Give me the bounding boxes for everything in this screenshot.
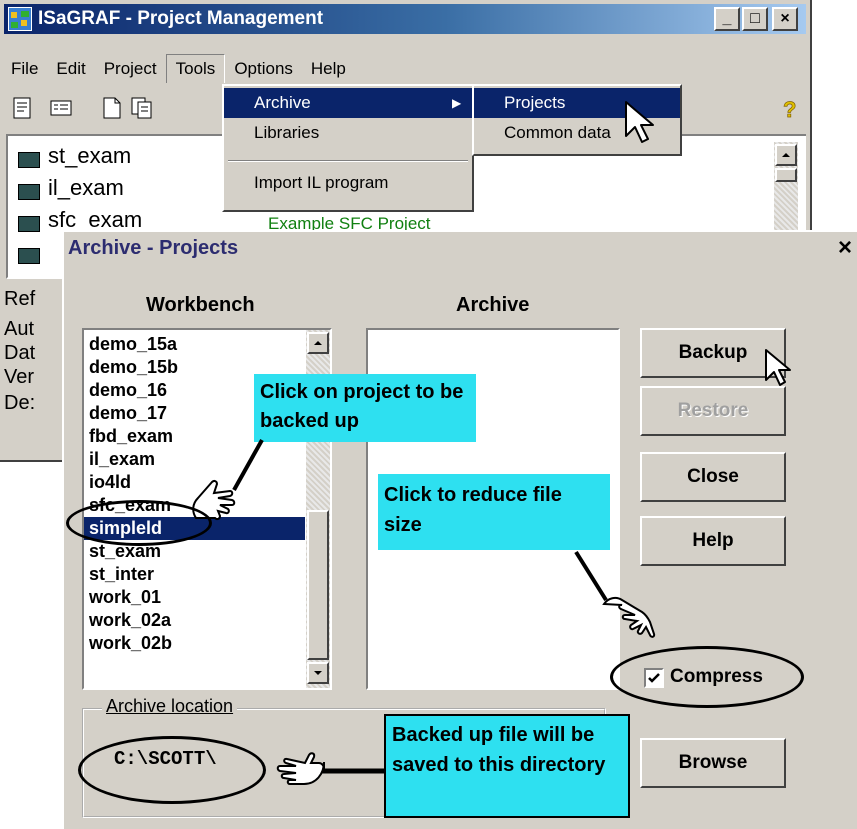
callout-text: Backed up file will be saved to this dir… (392, 724, 606, 776)
scroll-thumb[interactable] (307, 510, 329, 660)
menu-item-import-il[interactable]: Import IL program (224, 168, 472, 198)
info-label: Dat (4, 342, 36, 364)
list-item[interactable]: demo_15a (84, 333, 305, 356)
info-label: De: (4, 392, 36, 414)
list-item[interactable]: work_02b (84, 632, 305, 655)
menu-help[interactable]: Help (302, 55, 355, 83)
scroll-down-icon[interactable] (307, 662, 329, 684)
workbench-label: Workbench (146, 294, 255, 316)
list-item[interactable]: st_inter (84, 563, 305, 586)
main-window-title: ISaGRAF - Project Management (38, 8, 324, 29)
callout-select-project: Click on project to be backed up (254, 374, 476, 442)
info-label: Ref (4, 288, 36, 310)
project-name: il_exam (48, 175, 124, 200)
menu-edit[interactable]: Edit (47, 55, 94, 83)
callout-text: Click on project to be backed up (260, 381, 464, 432)
scroll-up-icon[interactable] (307, 332, 329, 354)
highlight-ellipse (78, 736, 266, 804)
menu-tools[interactable]: Tools (165, 54, 226, 83)
close-button[interactable]: Close (640, 452, 786, 502)
project-info-panel: Ref Aut Dat Ver De: (4, 280, 64, 458)
properties-icon[interactable] (12, 96, 34, 125)
close-icon[interactable]: × (772, 7, 798, 31)
project-icon (18, 184, 40, 200)
list-item[interactable]: work_02a (84, 609, 305, 632)
project-icon (18, 216, 40, 232)
archive-label: Archive (456, 294, 530, 316)
menu-options[interactable]: Options (225, 55, 302, 83)
list-item[interactable]: work_01 (84, 586, 305, 609)
project-icon (18, 152, 40, 168)
copy-project-icon[interactable] (130, 96, 154, 125)
list-view-icon[interactable] (50, 98, 74, 123)
menu-item-archive[interactable]: Archive ▶ (224, 88, 472, 118)
menu-item-libraries[interactable]: Libraries (224, 118, 472, 148)
menu-separator (228, 160, 468, 162)
callout-text: Click to reduce file size (384, 484, 562, 536)
callout-location: Backed up file will be saved to this dir… (384, 714, 630, 818)
menu-bar: File Edit Project Tools Options Help (2, 54, 355, 83)
menu-project[interactable]: Project (95, 55, 166, 83)
scroll-up-icon[interactable] (775, 144, 797, 166)
highlight-ellipse (610, 646, 804, 708)
minimize-icon[interactable]: _ (714, 7, 740, 31)
help-button[interactable]: Help (640, 516, 786, 566)
submenu-arrow-icon: ▶ (452, 96, 462, 110)
svg-text:?: ? (783, 97, 796, 122)
info-label: Ver (4, 366, 35, 388)
callout-compress: Click to reduce file size (378, 474, 610, 550)
dialog-title-bar[interactable]: Archive - Projects × (64, 232, 857, 266)
tools-menu: Archive ▶ Libraries Import IL program (222, 84, 474, 212)
main-title-bar[interactable]: ISaGRAF - Project Management _ □ × (4, 4, 806, 34)
archive-location-label: Archive location (102, 696, 238, 717)
maximize-icon[interactable]: □ (742, 7, 768, 31)
project-name: st_exam (48, 143, 132, 168)
arrow-cursor-icon (764, 348, 792, 393)
callout-line (318, 768, 386, 774)
help-icon[interactable]: ? (780, 96, 802, 127)
browse-button[interactable]: Browse (640, 738, 786, 788)
pointer-hand-icon (268, 744, 328, 799)
close-icon[interactable]: × (838, 234, 852, 262)
dialog-title: Archive - Projects (68, 237, 239, 259)
menu-item-label: Archive (254, 93, 311, 112)
highlight-ellipse (66, 500, 212, 546)
menu-file[interactable]: File (2, 55, 47, 83)
arrow-cursor-icon (624, 100, 656, 151)
project-icon (18, 248, 40, 264)
info-label: Aut (4, 318, 35, 340)
app-icon (8, 7, 32, 31)
scroll-thumb[interactable] (775, 168, 797, 182)
restore-button[interactable]: Restore (640, 386, 786, 436)
new-project-icon[interactable] (102, 96, 122, 125)
pointer-hand-icon (598, 592, 660, 649)
